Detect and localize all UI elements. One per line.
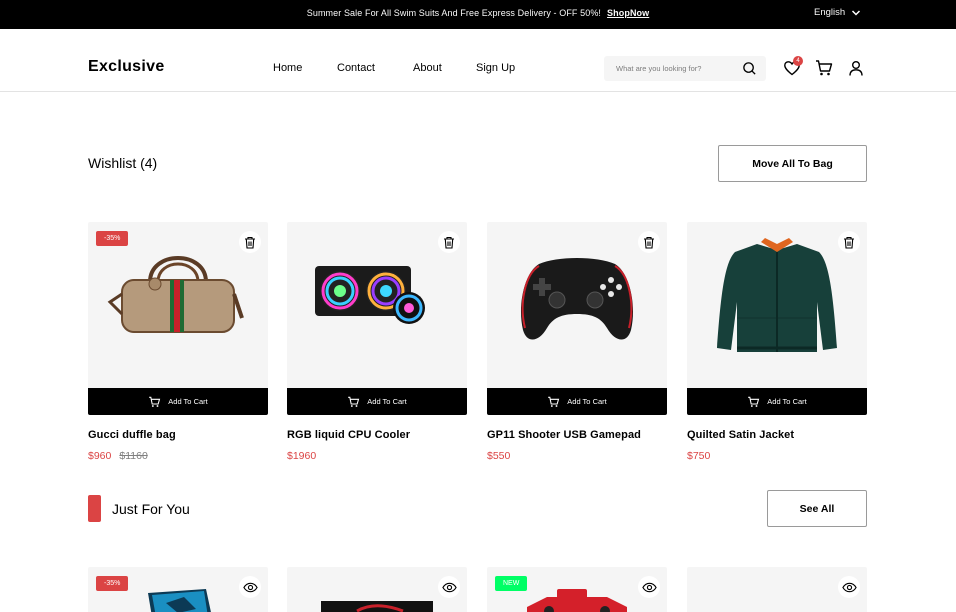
- product-name[interactable]: RGB liquid CPU Cooler: [287, 429, 467, 441]
- add-to-cart-label: Add To Cart: [168, 397, 208, 406]
- product-image-box[interactable]: NEW: [487, 567, 667, 612]
- cart-icon: [748, 396, 760, 407]
- search-icon[interactable]: [742, 61, 757, 76]
- product-image-box[interactable]: [687, 567, 867, 612]
- wishlist-card: Add To Cart Quilted Satin Jacket $750: [687, 222, 867, 462]
- wishlist-card: Add To Cart RGB liquid CPU Cooler $1960: [287, 222, 467, 462]
- wishlist-card: Add To Cart GP11 Shooter USB Gamepad $55…: [487, 222, 667, 462]
- cart-icon: [149, 396, 161, 407]
- brand-logo[interactable]: Exclusive: [88, 58, 165, 76]
- quick-view-button[interactable]: [638, 576, 660, 598]
- cart-icon: [548, 396, 560, 407]
- product-image-box[interactable]: -35%: [88, 222, 268, 388]
- add-to-cart-button[interactable]: Add To Cart: [487, 388, 667, 415]
- recommended-card: [287, 567, 467, 612]
- product-price: $750: [687, 450, 711, 462]
- product-old-price: $1160: [119, 450, 148, 462]
- discount-badge: -35%: [96, 231, 129, 246]
- delete-button[interactable]: [438, 231, 460, 253]
- language-selector[interactable]: English: [814, 7, 861, 18]
- wishlist-card: -35% Add To Cart Gucci duffle bag $960 $1…: [88, 222, 268, 462]
- product-price: $960: [88, 450, 112, 462]
- trash-icon: [844, 236, 854, 249]
- eye-icon: [242, 582, 258, 592]
- discount-badge: -35%: [96, 576, 129, 591]
- delete-button[interactable]: [838, 231, 860, 253]
- product-image-box[interactable]: -35%: [88, 567, 268, 612]
- delete-button[interactable]: [638, 231, 660, 253]
- main-header: Exclusive Home Contact About Sign Up 4: [0, 29, 956, 92]
- product-image-box[interactable]: [487, 222, 667, 388]
- see-all-button[interactable]: See All: [767, 490, 867, 527]
- product-prices: $550: [487, 450, 667, 462]
- cart-icon: [348, 396, 360, 407]
- wishlist-title: Wishlist (4): [88, 155, 158, 171]
- product-prices: $750: [687, 450, 867, 462]
- quick-view-button[interactable]: [438, 576, 460, 598]
- product-image-box[interactable]: [687, 222, 867, 388]
- search-input[interactable]: [616, 61, 736, 76]
- recommended-card: [687, 567, 867, 612]
- wishlist-button[interactable]: 4: [783, 56, 803, 77]
- account-button[interactable]: [847, 59, 865, 77]
- user-icon: [849, 61, 863, 76]
- eye-icon: [641, 582, 657, 592]
- just-for-you-title: Just For You: [112, 501, 190, 517]
- move-all-to-bag-button[interactable]: Move All To Bag: [718, 145, 867, 182]
- quick-view-button[interactable]: [838, 576, 860, 598]
- cart-button[interactable]: [815, 59, 833, 77]
- product-name[interactable]: Gucci duffle bag: [88, 429, 268, 441]
- nav-home[interactable]: Home: [273, 62, 302, 74]
- product-name[interactable]: GP11 Shooter USB Gamepad: [487, 429, 667, 441]
- product-image-box[interactable]: [287, 222, 467, 388]
- add-to-cart-button[interactable]: Add To Cart: [687, 388, 867, 415]
- promo-banner: Summer Sale For All Swim Suits And Free …: [0, 8, 956, 18]
- quick-view-button[interactable]: [239, 576, 261, 598]
- nav-contact[interactable]: Contact: [337, 62, 375, 74]
- cart-icon: [816, 60, 833, 76]
- product-name[interactable]: Quilted Satin Jacket: [687, 429, 867, 441]
- add-to-cart-label: Add To Cart: [767, 397, 807, 406]
- recommended-card: NEW: [487, 567, 667, 612]
- product-prices: $1960: [287, 450, 467, 462]
- nav-sign-up[interactable]: Sign Up: [476, 62, 515, 74]
- recommended-card: -35%: [88, 567, 268, 612]
- chevron-down-icon: [852, 9, 861, 16]
- trash-icon: [644, 236, 654, 249]
- eye-icon: [441, 582, 457, 592]
- search-bar: [604, 56, 766, 81]
- eye-icon: [841, 582, 857, 592]
- top-promo-bar: Summer Sale For All Swim Suits And Free …: [0, 0, 956, 29]
- wishlist-count-badge: 4: [793, 56, 803, 66]
- product-image-box[interactable]: [287, 567, 467, 612]
- shop-now-link[interactable]: ShopNow: [607, 8, 649, 18]
- new-badge: NEW: [495, 576, 528, 591]
- promo-text: Summer Sale For All Swim Suits And Free …: [306, 8, 602, 18]
- product-prices: $960 $1160: [88, 450, 268, 462]
- trash-icon: [245, 236, 255, 249]
- trash-icon: [444, 236, 454, 249]
- add-to-cart-label: Add To Cart: [367, 397, 407, 406]
- add-to-cart-button[interactable]: Add To Cart: [287, 388, 467, 415]
- section-accent-bar: [88, 495, 101, 522]
- nav-about[interactable]: About: [413, 62, 442, 74]
- add-to-cart-label: Add To Cart: [567, 397, 607, 406]
- product-price: $1960: [287, 450, 317, 462]
- delete-button[interactable]: [239, 231, 261, 253]
- product-price: $550: [487, 450, 511, 462]
- language-label: English: [814, 7, 846, 18]
- add-to-cart-button[interactable]: Add To Cart: [88, 388, 268, 415]
